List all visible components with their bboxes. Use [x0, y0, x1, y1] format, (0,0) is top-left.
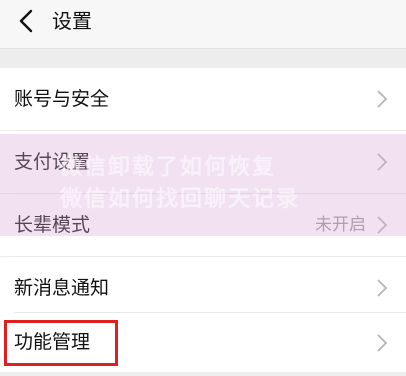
bottom-gap	[0, 372, 406, 376]
section-gap	[0, 49, 406, 68]
settings-row-notifications[interactable]: 新消息通知	[0, 257, 406, 319]
row-status-value: 未开启	[315, 215, 366, 235]
chevron-right-icon	[377, 90, 388, 108]
row-label: 支付设置	[14, 151, 91, 173]
back-arrow-icon[interactable]	[12, 6, 42, 36]
row-label: 长辈模式	[14, 214, 91, 236]
row-label: 功能管理	[14, 331, 91, 353]
chevron-right-icon	[377, 216, 388, 234]
chevron-right-icon	[377, 279, 388, 297]
settings-row-elder-mode[interactable]: 长辈模式 未开启	[0, 194, 406, 256]
chevron-right-icon	[377, 153, 388, 171]
settings-row-account-security[interactable]: 账号与安全	[0, 68, 406, 130]
chevron-right-icon	[377, 334, 388, 352]
page-title: 设置	[52, 9, 92, 33]
row-label: 新消息通知	[14, 277, 110, 299]
settings-row-feature-management[interactable]: 功能管理	[0, 313, 406, 372]
top-bar: 设置	[0, 0, 406, 49]
settings-row-payment[interactable]: 支付设置	[0, 131, 406, 193]
row-label: 账号与安全	[14, 88, 110, 110]
